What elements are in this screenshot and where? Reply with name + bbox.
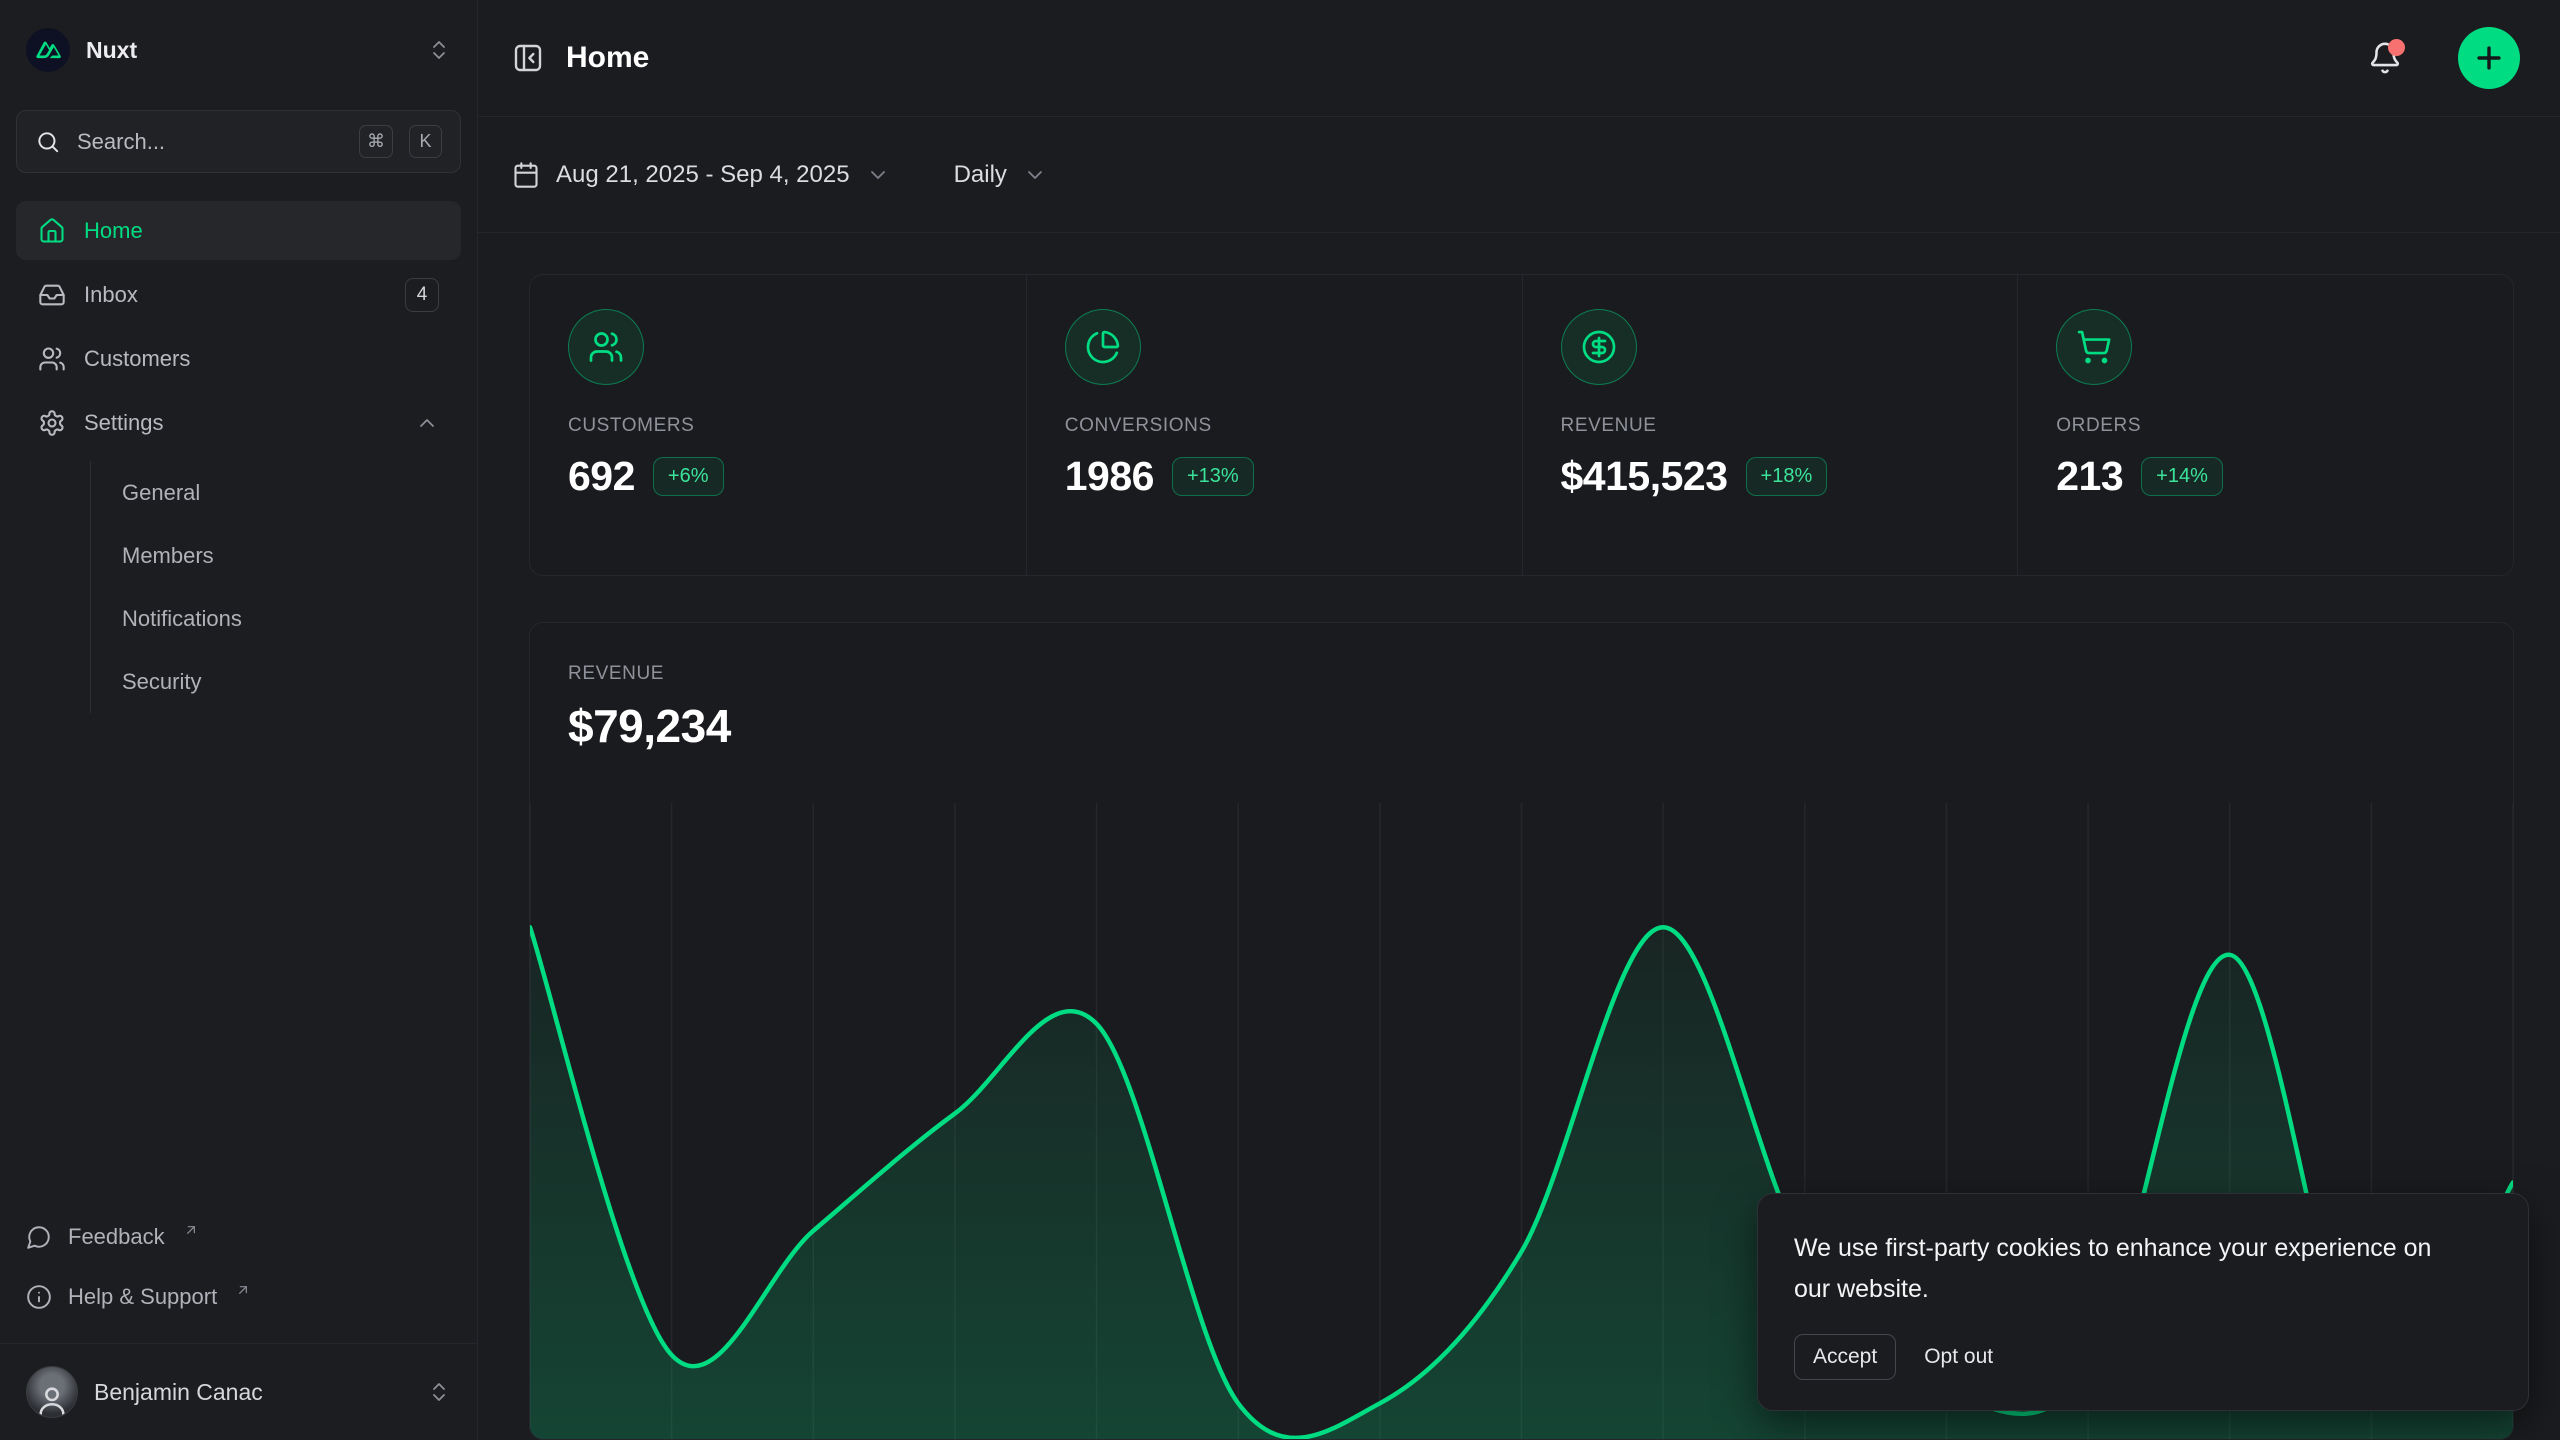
stat-card-revenue[interactable]: REVENUE $415,523 +18% xyxy=(1522,275,2018,575)
calendar-icon xyxy=(512,161,540,189)
workspace-name: Nuxt xyxy=(86,37,411,64)
sidebar-item-label: Inbox xyxy=(84,282,387,308)
chevrons-up-down-icon xyxy=(427,1380,451,1404)
stat-value: 1986 xyxy=(1065,453,1154,500)
sidebar-item-general[interactable]: General xyxy=(91,461,461,524)
sidebar-item-settings[interactable]: Settings xyxy=(16,393,461,452)
chevrons-up-down-icon xyxy=(427,38,451,62)
opt-out-button[interactable]: Opt out xyxy=(1918,1335,1999,1379)
sidebar-nav: Home Inbox 4 Customers Settings xyxy=(16,201,461,713)
date-range-picker[interactable]: Aug 21, 2025 - Sep 4, 2025 xyxy=(512,161,890,189)
user-name: Benjamin Canac xyxy=(94,1379,411,1406)
stat-value: 213 xyxy=(2056,453,2123,500)
home-icon xyxy=(38,217,66,245)
accept-button[interactable]: Accept xyxy=(1794,1334,1896,1380)
gear-icon xyxy=(38,409,66,437)
kbd-k: K xyxy=(409,125,442,158)
avatar xyxy=(26,1366,78,1418)
dollar-circle-icon xyxy=(1561,309,1637,385)
stat-card-customers[interactable]: CUSTOMERS 692 +6% xyxy=(530,275,1026,575)
sidebar-collapse-icon[interactable] xyxy=(512,42,544,74)
main-area: Home Aug 21, 2025 - Sep 4, 2025 Daily xyxy=(478,0,2560,1440)
sidebar-item-notifications[interactable]: Notifications xyxy=(91,587,461,650)
plus-icon xyxy=(2472,41,2506,75)
revenue-chart-value: $79,234 xyxy=(568,699,2475,753)
pie-chart-icon xyxy=(1065,309,1141,385)
users-icon xyxy=(568,309,644,385)
date-range-value: Aug 21, 2025 - Sep 4, 2025 xyxy=(556,161,850,189)
sidebar-item-security[interactable]: Security xyxy=(91,650,461,713)
info-icon xyxy=(26,1284,52,1310)
sidebar-item-home[interactable]: Home xyxy=(16,201,461,260)
nuxt-logo-icon xyxy=(26,28,70,72)
search-placeholder: Search... xyxy=(77,129,343,155)
chevron-down-icon xyxy=(866,163,890,187)
feedback-link[interactable]: Feedback xyxy=(16,1209,461,1265)
chat-bubble-icon xyxy=(26,1224,52,1250)
stat-delta-badge: +18% xyxy=(1746,457,1828,496)
sidebar-item-customers[interactable]: Customers xyxy=(16,329,461,388)
help-support-link[interactable]: Help & Support xyxy=(16,1269,461,1325)
sidebar-spacer xyxy=(16,713,461,1209)
page-title: Home xyxy=(566,41,2346,75)
revenue-chart-label: REVENUE xyxy=(568,663,2475,685)
user-section: Benjamin Canac xyxy=(0,1343,477,1440)
sidebar-item-members[interactable]: Members xyxy=(91,524,461,587)
stat-card-conversions[interactable]: CONVERSIONS 1986 +13% xyxy=(1026,275,1522,575)
cookie-banner: We use first-party cookies to enhance yo… xyxy=(1757,1193,2529,1411)
stat-label: ORDERS xyxy=(2056,415,2475,437)
sidebar-item-label: Settings xyxy=(84,410,397,436)
granularity-value: Daily xyxy=(954,161,1007,189)
add-button[interactable] xyxy=(2458,27,2520,89)
stat-label: CONVERSIONS xyxy=(1065,415,1484,437)
stat-delta-badge: +6% xyxy=(653,457,724,496)
stat-label: REVENUE xyxy=(1561,415,1980,437)
page-header: Home xyxy=(478,0,2560,117)
notification-dot xyxy=(2388,39,2405,56)
stat-card-orders[interactable]: ORDERS 213 +14% xyxy=(2017,275,2513,575)
notifications-button[interactable] xyxy=(2368,41,2402,75)
shopping-cart-icon xyxy=(2056,309,2132,385)
users-icon xyxy=(38,345,66,373)
stat-value: 692 xyxy=(568,453,635,500)
stats-panel: CUSTOMERS 692 +6% CONVERSIONS 1986 +13% xyxy=(529,274,2514,576)
search-icon xyxy=(35,129,61,155)
user-menu[interactable]: Benjamin Canac xyxy=(16,1358,461,1426)
external-link-icon xyxy=(183,1222,199,1238)
inbox-count-badge: 4 xyxy=(405,278,439,312)
stat-label: CUSTOMERS xyxy=(568,415,988,437)
workspace-selector[interactable]: Nuxt xyxy=(16,20,461,80)
sidebar-item-label: Customers xyxy=(84,346,439,372)
filters-toolbar: Aug 21, 2025 - Sep 4, 2025 Daily xyxy=(478,117,2560,233)
inbox-icon xyxy=(38,281,66,309)
sidebar-item-inbox[interactable]: Inbox 4 xyxy=(16,265,461,324)
footer-link-label: Feedback xyxy=(68,1224,165,1250)
cookie-message: We use first-party cookies to enhance yo… xyxy=(1794,1228,2434,1310)
sidebar-item-label: Home xyxy=(84,218,439,244)
stat-value: $415,523 xyxy=(1561,453,1728,500)
granularity-select[interactable]: Daily xyxy=(954,161,1047,189)
search-input[interactable]: Search... ⌘ K xyxy=(16,110,461,173)
stat-delta-badge: +13% xyxy=(1172,457,1254,496)
sidebar: Nuxt Search... ⌘ K Home xyxy=(0,0,478,1440)
stat-delta-badge: +14% xyxy=(2141,457,2223,496)
external-link-icon xyxy=(235,1282,251,1298)
chevron-down-icon xyxy=(1023,163,1047,187)
settings-subnav: General Members Notifications Security xyxy=(90,461,461,713)
sidebar-footer: Feedback Help & Support xyxy=(16,1209,461,1343)
kbd-cmd: ⌘ xyxy=(359,125,393,158)
chevron-up-icon xyxy=(415,411,439,435)
footer-link-label: Help & Support xyxy=(68,1284,217,1310)
